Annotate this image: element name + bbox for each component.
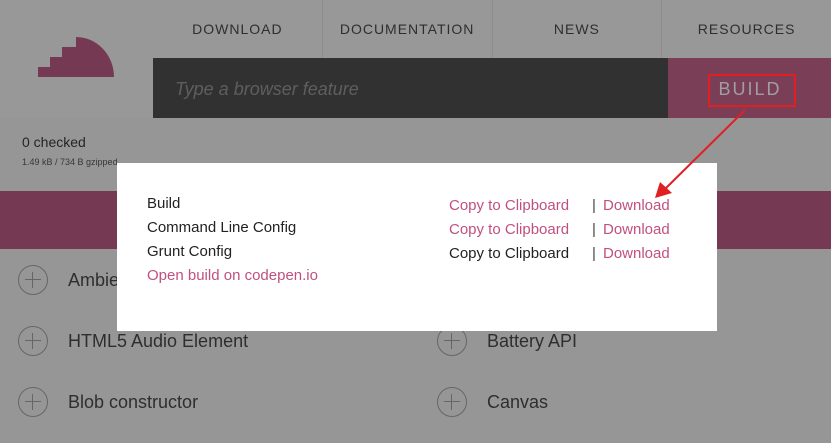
separator: | xyxy=(592,197,596,214)
row-label-grunt-config: Grunt Config xyxy=(147,243,233,260)
separator: | xyxy=(592,245,596,262)
copy-build-link[interactable]: Copy to Clipboard xyxy=(449,197,585,214)
copy-cli-config-link[interactable]: Copy to Clipboard xyxy=(449,221,585,238)
row-label-build: Build xyxy=(147,195,181,212)
download-cli-config-link[interactable]: Download xyxy=(603,221,670,238)
separator: | xyxy=(592,221,596,238)
download-build-link[interactable]: Download xyxy=(603,197,670,214)
row-label-cli-config: Command Line Config xyxy=(147,219,297,236)
download-grunt-config-link[interactable]: Download xyxy=(603,245,670,262)
grunt-config-actions: Copy to Clipboard | Download xyxy=(449,245,670,262)
cli-config-actions: Copy to Clipboard | Download xyxy=(449,221,670,238)
build-actions: Copy to Clipboard | Download xyxy=(449,197,670,214)
copy-grunt-config-link[interactable]: Copy to Clipboard xyxy=(449,245,585,262)
build-modal: Build Command Line Config Grunt Config O… xyxy=(117,163,717,331)
codepen-link[interactable]: Open build on codepen.io xyxy=(147,267,318,284)
annotation-box xyxy=(708,74,796,107)
